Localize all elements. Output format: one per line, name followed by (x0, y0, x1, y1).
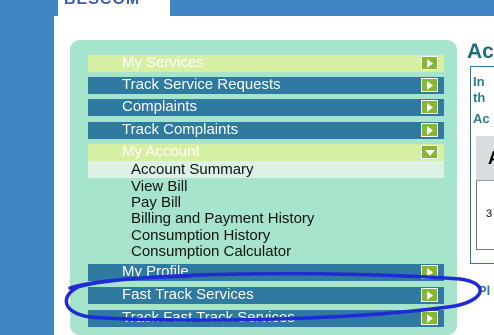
submenu-item-billing-payment-history[interactable]: Billing and Payment History (131, 211, 314, 227)
menu-item-label: Track Service Requests (122, 76, 281, 93)
menu-item-track-fast-track-services[interactable]: Track Fast Track Services (88, 309, 444, 327)
menu-item-label: My Services (122, 54, 204, 71)
arrow-right-icon[interactable] (421, 78, 438, 92)
submenu-item-consumption-calculator[interactable]: Consumption Calculator (131, 244, 291, 260)
menu-item-label: My Profile (122, 263, 189, 280)
menu-item-label: Fast Track Services (122, 286, 254, 303)
menu-item-label: Complaints (122, 98, 198, 115)
arrow-right-icon[interactable] (421, 56, 438, 70)
menu-item-my-services[interactable]: My Services (88, 54, 444, 72)
logo-text: BESCOM (64, 0, 140, 9)
menu-item-my-account[interactable]: My Account (88, 143, 444, 161)
menu-item-fast-track-services[interactable]: Fast Track Services (88, 286, 444, 304)
submenu-item-consumption-history[interactable]: Consumption History (131, 228, 270, 244)
content-intro-line: th (473, 90, 486, 105)
arrow-right-icon[interactable] (421, 288, 438, 302)
bescom-logo: BESCOM (58, 0, 170, 16)
submenu-item-view-bill[interactable]: View Bill (131, 179, 187, 195)
menu-item-track-service-requests[interactable]: Track Service Requests (88, 76, 444, 94)
menu-item-complaints[interactable]: Complaints (88, 98, 444, 116)
menu-item-my-profile[interactable]: My Profile (88, 263, 444, 281)
content-footer-text: Pl (478, 283, 491, 298)
menu-item-label: Track Complaints (122, 121, 239, 138)
menu-item-label: My Account (122, 143, 200, 160)
arrow-right-icon[interactable] (421, 123, 438, 137)
table-header-text: A (488, 148, 494, 169)
table-cell: 3 (486, 208, 493, 220)
arrow-right-icon[interactable] (421, 100, 438, 114)
content-subheading: Ac (473, 111, 490, 126)
menu-item-label: Track Fast Track Services (122, 309, 295, 326)
page-title: Ac (467, 40, 494, 63)
arrow-right-icon[interactable] (421, 265, 438, 279)
content-intro-line: In (473, 74, 485, 89)
arrow-right-icon[interactable] (421, 311, 438, 325)
arrow-down-icon[interactable] (421, 145, 438, 159)
menu-item-track-complaints[interactable]: Track Complaints (88, 121, 444, 139)
submenu-item-account-summary[interactable]: Account Summary (131, 162, 254, 178)
submenu-item-pay-bill[interactable]: Pay Bill (131, 195, 181, 211)
